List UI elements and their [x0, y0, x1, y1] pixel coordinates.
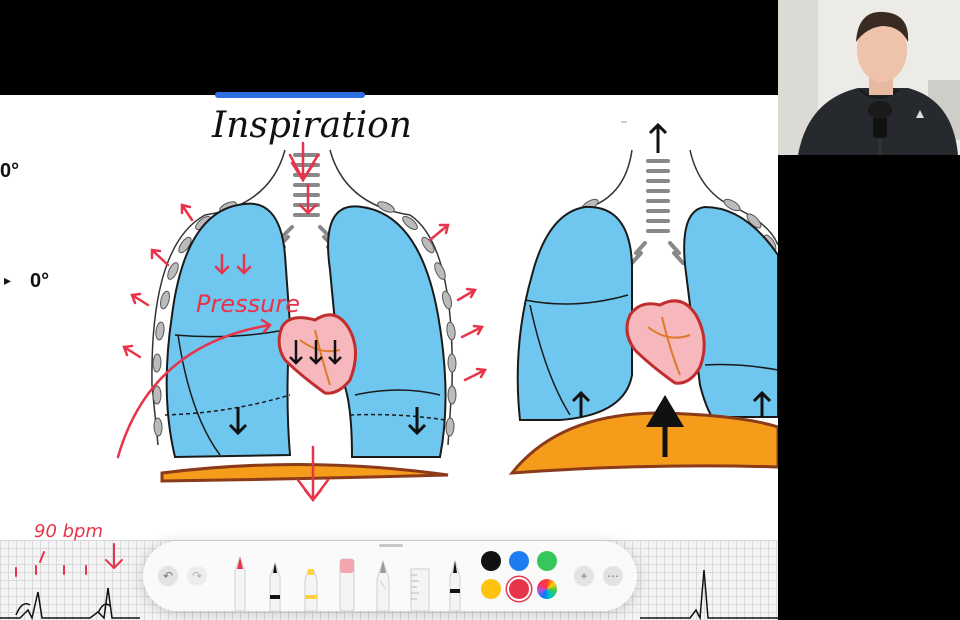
- redo-icon: ↷: [191, 569, 203, 583]
- fountain-pen-tool[interactable]: [444, 549, 466, 611]
- pencil-tool[interactable]: [372, 549, 394, 611]
- plus-icon: +: [580, 569, 588, 583]
- degree-mark-mid: 0°: [30, 270, 49, 292]
- color-yellow[interactable]: [481, 579, 501, 599]
- more-icon: ⋯: [607, 569, 619, 583]
- more-button[interactable]: ⋯: [603, 566, 623, 586]
- highlighter-tool[interactable]: [300, 549, 322, 611]
- color-black[interactable]: [481, 551, 501, 571]
- canvas-selection-bar: [215, 92, 365, 98]
- add-button[interactable]: +: [574, 566, 594, 586]
- toolbar-drag-handle[interactable]: [379, 544, 403, 547]
- undo-button[interactable]: ↶: [158, 566, 178, 586]
- heart-right: [625, 299, 706, 385]
- webcam-overlay: [778, 0, 960, 155]
- title-inspiration: Inspiration: [211, 105, 412, 146]
- presenter-video: [778, 0, 960, 155]
- color-blue[interactable]: [509, 551, 529, 571]
- pressure-annotation: Pressure: [196, 290, 300, 318]
- heart-rate-annotation: 90 bpm: [34, 521, 103, 542]
- eraser-tool[interactable]: [336, 549, 358, 611]
- redo-button[interactable]: ↷: [187, 566, 207, 586]
- left-lungs-diagram: Pressure: [116, 141, 488, 503]
- arrow-mark: ▸: [4, 272, 11, 288]
- undo-icon: ↶: [162, 569, 174, 583]
- color-picker[interactable]: [537, 579, 557, 599]
- heart-left: [277, 313, 357, 395]
- pen-tool[interactable]: [229, 549, 251, 611]
- ruler-tool[interactable]: [407, 549, 433, 611]
- color-red[interactable]: [509, 579, 529, 599]
- right-lungs-diagram: [508, 121, 778, 475]
- markup-toolbar: ↶ ↷ + ⋯: [143, 541, 637, 611]
- degree-mark-top: 0°: [0, 160, 19, 182]
- color-green[interactable]: [537, 551, 557, 571]
- svg-text:90 bpm: 90 bpm: [34, 521, 103, 542]
- fine-pen-tool[interactable]: [264, 549, 286, 611]
